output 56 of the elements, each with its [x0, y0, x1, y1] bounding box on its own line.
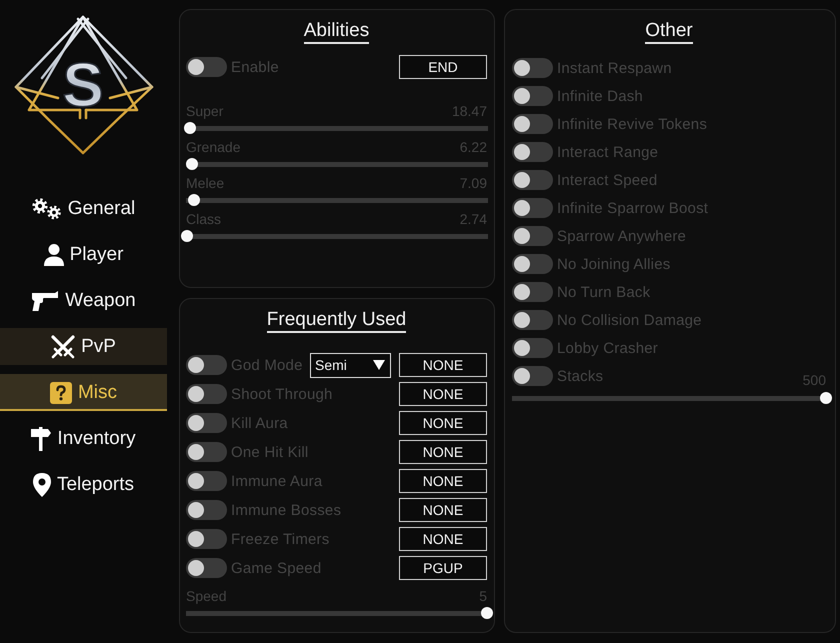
toggle-switch[interactable] — [186, 558, 227, 578]
panel-title: Abilities — [304, 20, 370, 44]
crossed-swords-icon — [51, 334, 76, 358]
toggle-switch[interactable] — [512, 58, 553, 78]
toggle-switch[interactable] — [512, 338, 553, 358]
keybind-button[interactable]: PGUP — [399, 556, 487, 580]
caret-icon — [373, 360, 385, 370]
keybind-button[interactable]: NONE — [399, 440, 487, 464]
mode-dropdown[interactable]: Semi — [310, 352, 391, 378]
logo-letter: S — [62, 51, 104, 120]
question-block-icon — [50, 382, 72, 404]
slider-thumb[interactable] — [186, 158, 198, 170]
nav-item[interactable]: Teleports — [32, 466, 134, 503]
panel-title: Other — [645, 20, 693, 44]
toggle-switch[interactable] — [512, 142, 553, 162]
toggle-switch[interactable] — [186, 413, 227, 433]
nav-item[interactable]: Misc — [0, 374, 167, 411]
toggle-switch[interactable] — [512, 310, 553, 330]
toggle-switch[interactable] — [186, 529, 227, 549]
nav-item[interactable]: Inventory — [31, 420, 136, 457]
keybind-button[interactable]: NONE — [399, 498, 487, 522]
nav-item[interactable]: PvP — [0, 328, 167, 365]
nav-item[interactable]: Weapon — [31, 282, 136, 319]
slider-thumb[interactable] — [820, 392, 832, 404]
nav-item[interactable]: Player — [44, 236, 124, 273]
keybind-button[interactable]: NONE — [399, 527, 487, 551]
toggle-switch[interactable] — [512, 226, 553, 246]
toggle-switch[interactable] — [186, 384, 227, 404]
nav-item[interactable]: General — [32, 190, 136, 227]
toggle-switch[interactable] — [512, 198, 553, 218]
toggle-switch[interactable] — [186, 442, 227, 462]
toggle-switch[interactable] — [186, 355, 227, 375]
toggle-switch[interactable] — [186, 471, 227, 491]
toggle-switch[interactable] — [512, 170, 553, 190]
toggle-switch[interactable] — [512, 282, 553, 302]
toggle-switch[interactable] — [186, 500, 227, 520]
slider-thumb[interactable] — [188, 194, 200, 206]
person-icon — [44, 244, 64, 266]
keybind-button[interactable]: END — [399, 55, 487, 79]
panel-title: Frequently Used — [266, 309, 406, 333]
keybind-button[interactable]: NONE — [399, 353, 487, 377]
slider-thumb[interactable] — [184, 122, 196, 134]
slider-thumb[interactable] — [481, 607, 493, 619]
signpost-icon — [31, 426, 52, 450]
keybind-button[interactable]: NONE — [399, 469, 487, 493]
toggle-switch[interactable] — [512, 366, 553, 386]
map-pin-icon — [32, 472, 51, 496]
toggle-switch[interactable] — [186, 57, 227, 77]
keybind-button[interactable]: NONE — [399, 411, 487, 435]
pistol-icon — [31, 290, 60, 310]
gears-icon — [32, 198, 62, 220]
slider-thumb[interactable] — [181, 230, 193, 242]
toggle-switch[interactable] — [512, 114, 553, 134]
keybind-button[interactable]: NONE — [399, 382, 487, 406]
toggle-switch[interactable] — [512, 86, 553, 106]
toggle-switch[interactable] — [512, 254, 553, 274]
